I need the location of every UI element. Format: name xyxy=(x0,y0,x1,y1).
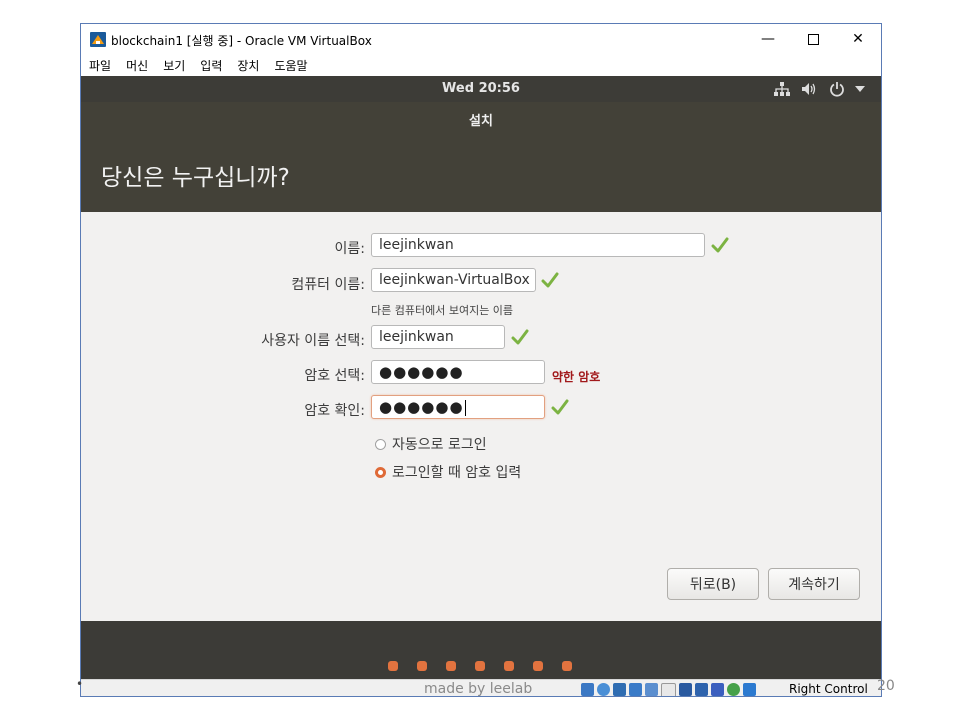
audio-icon[interactable] xyxy=(613,683,626,696)
maximize-icon xyxy=(807,33,819,45)
harddisk-icon[interactable] xyxy=(581,683,594,696)
virtualbox-window: blockchain1 [실행 중] - Oracle VM VirtualBo… xyxy=(80,23,882,697)
progress-dot xyxy=(504,661,514,671)
network-icon[interactable] xyxy=(774,82,790,96)
back-button[interactable]: 뒤로(B) xyxy=(667,568,759,600)
virtualbox-statusbar: made by leelab Right Control xyxy=(81,679,881,697)
usb-icon[interactable] xyxy=(645,683,658,696)
window-title: blockchain1 [실행 중] - Oracle VM VirtualBo… xyxy=(111,34,372,48)
computer-name-hint: 다른 컴퓨터에서 보여지는 이름 xyxy=(371,304,514,317)
menu-file[interactable]: 파일 xyxy=(89,54,111,76)
optical-drive-icon[interactable] xyxy=(597,683,610,696)
keyboard-capture-icon[interactable] xyxy=(743,683,756,696)
text-caret xyxy=(464,400,466,416)
name-input[interactable]: leejinkwan xyxy=(371,233,705,257)
menubar: 파일 머신 보기 입력 장치 도움말 xyxy=(81,54,881,76)
virtualbox-app-icon xyxy=(90,32,106,47)
password-dots: ●●●●●● xyxy=(379,363,464,381)
check-icon xyxy=(541,272,559,288)
slide-page-number: 20 xyxy=(877,678,895,694)
mouse-integration-icon[interactable] xyxy=(727,683,740,696)
auto-login-radio[interactable]: 자동으로 로그인 xyxy=(375,434,487,454)
watermark-text: made by leelab xyxy=(424,681,533,697)
check-icon xyxy=(511,329,529,345)
window-titlebar: blockchain1 [실행 중] - Oracle VM VirtualBo… xyxy=(81,24,881,54)
volume-icon[interactable] xyxy=(801,82,817,96)
installer-footer xyxy=(81,621,881,679)
clock[interactable]: Wed 20:56 xyxy=(81,81,881,96)
progress-dot xyxy=(475,661,485,671)
virtualization-icon[interactable] xyxy=(711,683,724,696)
continue-button[interactable]: 계속하기 xyxy=(768,568,860,600)
power-icon[interactable] xyxy=(829,81,845,97)
host-key-label: Right Control xyxy=(789,682,868,696)
auto-login-label: 자동으로 로그인 xyxy=(392,437,487,453)
menu-devices[interactable]: 장치 xyxy=(237,54,259,76)
require-password-radio[interactable]: 로그인할 때 암호 입력 xyxy=(375,462,521,482)
password-input[interactable]: ●●●●●● xyxy=(371,360,545,384)
menu-machine[interactable]: 머신 xyxy=(126,54,148,76)
display-icon[interactable] xyxy=(679,683,692,696)
confirm-password-input[interactable]: ●●●●●● xyxy=(371,395,545,419)
confirm-password-dots: ●●●●●● xyxy=(379,398,464,416)
progress-dot xyxy=(417,661,427,671)
check-icon xyxy=(711,237,729,253)
menu-input[interactable]: 입력 xyxy=(200,54,222,76)
dropdown-icon[interactable] xyxy=(855,86,865,92)
close-icon: ✕ xyxy=(852,31,864,47)
computer-name-input[interactable]: leejinkwan-VirtualBox xyxy=(371,268,536,292)
install-progress xyxy=(388,661,591,671)
password-label: 암호 선택: xyxy=(304,368,365,384)
installer-header: 설치 당신은 누구십니까? xyxy=(81,102,881,212)
radio-checked-icon xyxy=(375,466,386,478)
maximize-button[interactable] xyxy=(790,24,836,54)
progress-dot xyxy=(562,661,572,671)
check-icon xyxy=(551,399,569,415)
close-button[interactable]: ✕ xyxy=(835,24,881,54)
progress-dot xyxy=(533,661,543,671)
password-strength: 약한 암호 xyxy=(552,370,601,384)
shared-folder-icon[interactable] xyxy=(661,683,676,696)
name-label: 이름: xyxy=(334,241,365,257)
network-adapter-icon[interactable] xyxy=(629,683,642,696)
statusbar-icons xyxy=(581,683,759,696)
computer-name-label: 컴퓨터 이름: xyxy=(291,277,365,293)
progress-dot xyxy=(446,661,456,671)
menu-help[interactable]: 도움말 xyxy=(274,54,307,76)
recording-icon[interactable] xyxy=(695,683,708,696)
minimize-button[interactable]: — xyxy=(745,24,791,54)
require-password-label: 로그인할 때 암호 입력 xyxy=(392,465,522,481)
slide-bullet: • xyxy=(76,677,84,691)
installer-title: 설치 xyxy=(469,114,493,129)
confirm-password-label: 암호 확인: xyxy=(304,403,365,419)
username-label: 사용자 이름 선택: xyxy=(261,333,365,349)
progress-dot xyxy=(388,661,398,671)
username-input[interactable]: leejinkwan xyxy=(371,325,505,349)
ubuntu-top-panel: Wed 20:56 xyxy=(81,76,881,102)
minimize-icon: — xyxy=(761,31,775,47)
installer-content: 이름: leejinkwan 컴퓨터 이름: leejinkwan-Virtua… xyxy=(81,212,881,621)
menu-view[interactable]: 보기 xyxy=(163,54,185,76)
page-heading: 당신은 누구십니까? xyxy=(101,165,290,191)
radio-unchecked-icon xyxy=(375,438,386,450)
